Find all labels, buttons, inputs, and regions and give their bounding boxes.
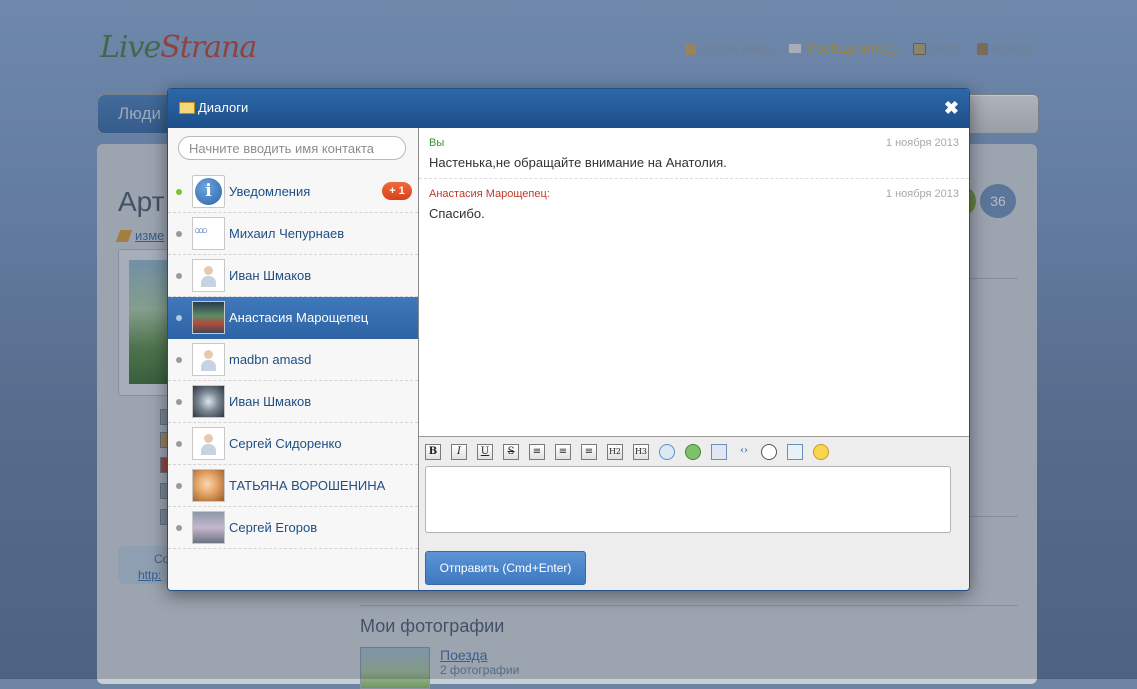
dialogs-modal: Диалоги ✖ Уведомления + 1 Михаил Чепурна… [167,88,970,591]
contact-name: madbn amasd [229,352,312,367]
strikethrough-button[interactable]: S [503,444,519,460]
offline-indicator [176,315,182,321]
message-text: Спасибо. [429,206,485,221]
close-icon[interactable]: ✖ [944,98,959,118]
contact-name: Анастасия Марощепец [229,310,369,325]
code-icon[interactable]: ‹› [737,444,751,458]
bold-button[interactable]: B [425,444,441,460]
message-input[interactable] [425,466,951,533]
contact-row[interactable]: madbn amasd [168,339,418,381]
contacts-panel: Уведомления + 1 Михаил Чепурнаев Иван Шм… [168,128,419,590]
contact-name: ТАТЬЯНА ВОРОШЕНИНА [229,478,386,493]
message-text: Настенька,не обращайте внимание на Анато… [429,155,727,170]
preview-icon[interactable] [761,444,777,460]
h2-button[interactable]: H2 [607,444,623,460]
contact-name: Иван Шмаков [229,394,312,409]
default-avatar-icon [192,427,225,460]
contact-name: Сергей Сидоренко [229,436,342,451]
modal-title: Диалоги [198,100,249,115]
contact-name: Иван Шмаков [229,268,312,283]
compose-area: B I U S ≡ ≡ ≡ H2 H3 ‹› Отправить (Cmd+En… [419,436,969,590]
offline-indicator [176,441,182,447]
contact-avatar [192,469,225,502]
offline-indicator [176,483,182,489]
image-icon[interactable] [787,444,803,460]
contact-avatar [192,301,225,334]
link-icon[interactable] [685,444,701,460]
offline-indicator [176,273,182,279]
format-toolbar: B I U S ≡ ≡ ≡ H2 H3 ‹› [425,444,829,460]
contact-row[interactable]: Сергей Сидоренко [168,423,418,465]
contact-row[interactable]: Уведомления + 1 [168,171,418,213]
envelope-icon [179,102,195,114]
offline-indicator [176,231,182,237]
contact-row[interactable]: ТАТЬЯНА ВОРОШЕНИНА [168,465,418,507]
italic-button[interactable]: I [451,444,467,460]
align-center-button[interactable]: ≡ [555,444,571,460]
contact-search-input[interactable] [178,136,406,160]
contact-avatar [192,385,225,418]
contact-row[interactable]: Иван Шмаков [168,381,418,423]
h3-button[interactable]: H3 [633,444,649,460]
contact-row[interactable]: Михаил Чепурнаев [168,213,418,255]
contact-row-selected[interactable]: Анастасия Марощепец [168,297,418,339]
message-author[interactable]: Анастасия Марощепец: [429,188,550,200]
message-date: 1 ноября 2013 [885,137,959,149]
contact-row[interactable]: Сергей Егоров [168,507,418,549]
smiley-icon[interactable] [813,444,829,460]
contact-name: Уведомления [229,184,311,199]
message-divider [419,178,969,179]
quote-icon[interactable] [659,444,675,460]
online-indicator [176,189,182,195]
email-icon[interactable] [711,444,727,460]
contact-name: Сергей Егоров [229,520,318,535]
align-left-button[interactable]: ≡ [529,444,545,460]
default-avatar-icon [192,259,225,292]
message-date: 1 ноября 2013 [885,188,959,200]
offline-indicator [176,525,182,531]
contact-row[interactable]: Иван Шмаков [168,255,418,297]
contact-avatar [192,217,225,250]
offline-indicator [176,357,182,363]
contact-name: Михаил Чепурнаев [229,226,345,241]
info-icon [192,175,225,208]
message-author[interactable]: Вы [429,137,444,149]
unread-badge: + 1 [382,182,412,200]
send-button[interactable]: Отправить (Cmd+Enter) [425,551,586,585]
offline-indicator [176,399,182,405]
modal-header: Диалоги ✖ [168,89,969,128]
align-right-button[interactable]: ≡ [581,444,597,460]
underline-button[interactable]: U [477,444,493,460]
contact-avatar [192,511,225,544]
message-thread: Вы 1 ноября 2013 Настенька,не обращайте … [419,128,969,436]
contact-list: Уведомления + 1 Михаил Чепурнаев Иван Шм… [168,171,418,549]
default-avatar-icon [192,343,225,376]
